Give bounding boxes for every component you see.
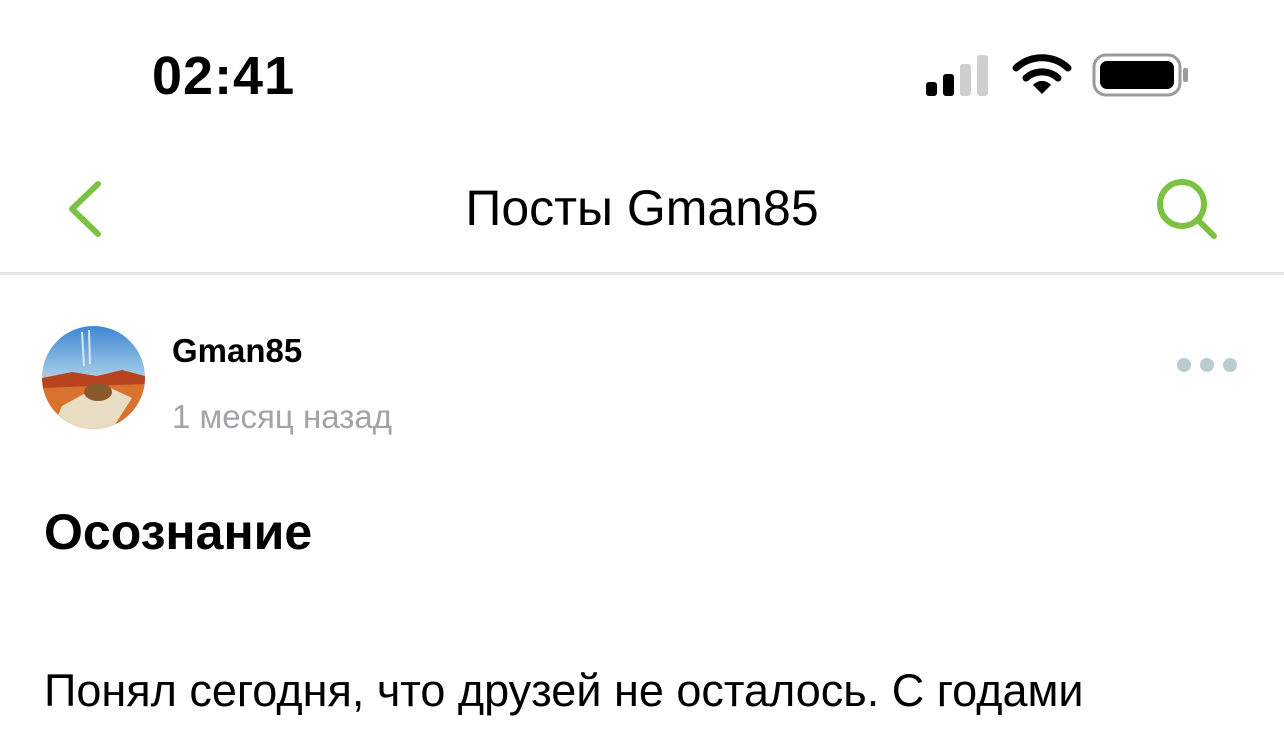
post-title: Осознание	[44, 504, 313, 560]
post-body: Понял сегодня, что друзей не осталось. С…	[44, 665, 1084, 716]
status-time: 02:41	[152, 46, 296, 106]
avatar[interactable]	[42, 326, 145, 429]
wifi-icon	[1012, 54, 1072, 94]
navigation-bar: Посты Gman85	[0, 150, 1284, 275]
more-dots-icon[interactable]	[1170, 350, 1244, 380]
battery-icon	[1092, 53, 1188, 97]
avatar-image	[42, 326, 145, 429]
cellular-signal-icon	[926, 55, 988, 96]
post-timestamp: 1 месяц назад	[172, 398, 392, 435]
page-title: Посты Gman85	[465, 180, 819, 236]
search-icon[interactable]	[1152, 174, 1224, 246]
author-name[interactable]: Gman85	[172, 330, 302, 372]
status-bar: 02:41	[0, 0, 1284, 150]
